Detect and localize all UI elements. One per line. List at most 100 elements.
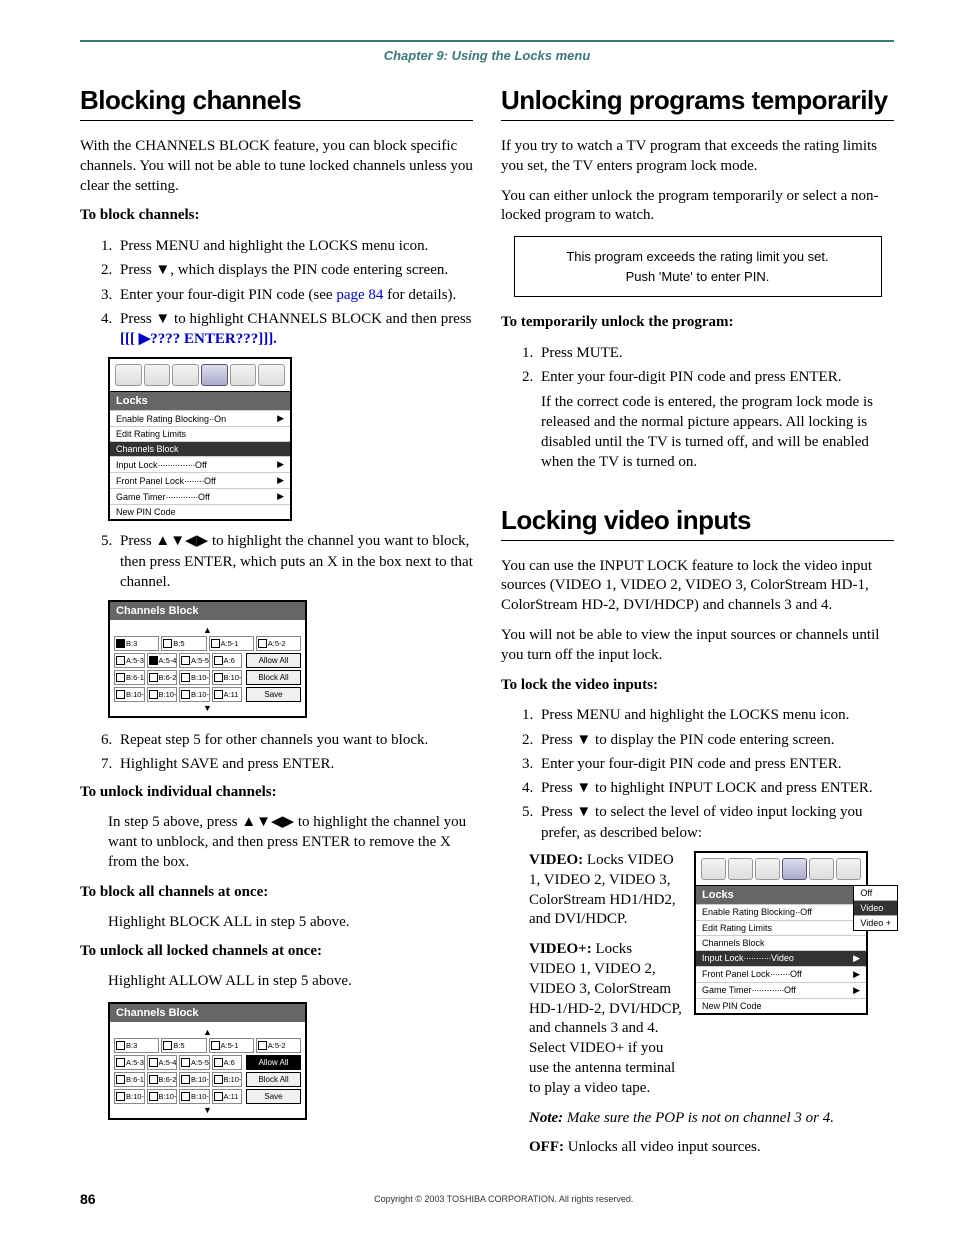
paragraph: You can either unlock the program tempor… (501, 187, 894, 227)
channel-cell: A:5-1 (209, 1038, 254, 1053)
video-desc: VIDEO: Locks VIDEO 1, VIDEO 2, VIDEO 3, … (501, 851, 682, 930)
channel-cell: B:10-1 (179, 1072, 210, 1087)
menu-row: Input Lock···········Video▶ (696, 950, 866, 966)
menu-row: Channels Block (696, 935, 866, 950)
channel-cell: A:11 (212, 1089, 243, 1104)
channel-cell: A:11 (212, 687, 243, 702)
step: Press ▼ to highlight CHANNELS BLOCK and … (116, 309, 473, 350)
menu-row: Enable Rating Blocking··On▶ (110, 410, 290, 426)
step: Press MUTE. (537, 343, 894, 363)
heading-unlocking-programs: Unlocking programs temporarily (501, 85, 894, 116)
cb-row: B:3B:5A:5-1A:5-2 (114, 636, 301, 651)
down-arrow-icon: ▼ (576, 803, 591, 820)
intro-text: With the CHANNELS BLOCK feature, you can… (80, 137, 473, 196)
channel-cell: B:10-4 (147, 687, 178, 702)
down-arrow-icon: ▼ (576, 779, 591, 796)
off-desc: OFF: Unlocks all video input sources. (501, 1138, 894, 1158)
step: Press MENU and highlight the LOCKS menu … (537, 705, 894, 725)
cb-row: B:10-3B:10-4B:10-5A:11Save (114, 1089, 301, 1104)
copyright: Copyright © 2003 TOSHIBA CORPORATION. Al… (114, 1191, 894, 1207)
locks-menu-figure-2: Locks Enable Rating Blocking··Off▶Edit R… (694, 851, 868, 1015)
channel-cell: B:6-1 (114, 670, 145, 685)
channel-cell: B:6-2 (147, 670, 178, 685)
subhead-temp-unlock: To temporarily unlock the program: (501, 313, 894, 333)
unlock-all-text: Highlight ALLOW ALL in step 5 above. (80, 972, 473, 992)
unlock-individual-text: In step 5 above, press ▲▼◀▶ to highlight… (80, 812, 473, 872)
menu-row: New PIN Code (110, 504, 290, 519)
menu-row: Edit Rating Limits (696, 920, 866, 935)
cb-button: Block All (246, 1072, 301, 1087)
menu-row: Game Timer·············Off▶ (696, 982, 866, 998)
subhead-block-all: To block all channels at once: (80, 883, 473, 903)
cb-row: B:3B:5A:5-1A:5-2 (114, 1038, 301, 1053)
cb-button: Save (246, 1089, 301, 1104)
menu-row: Front Panel Lock········Off▶ (110, 472, 290, 488)
locks-menu-figure: Locks Enable Rating Blocking··On▶Edit Ra… (108, 357, 292, 521)
channel-cell: A:5-2 (256, 636, 301, 651)
cb-row: A:5-3A:5-4A:5-5A:6Allow All (114, 1055, 301, 1070)
menu-row: New PIN Code (696, 998, 866, 1013)
down-arrow-icon: ▼ (114, 704, 301, 712)
step: Enter your four-digit PIN code and press… (537, 754, 894, 774)
subhead-to-block: To block channels: (80, 206, 473, 226)
cb-title: Channels Block (110, 1004, 305, 1022)
cb-row: B:6-1B:6-2B:10-1B:10-2Block All (114, 1072, 301, 1087)
menu-tab-icon (172, 364, 199, 386)
step: Press ▼ to select the level of video inp… (537, 802, 894, 843)
arrow-keys-icon: ▲▼◀▶ (155, 532, 208, 549)
arrow-keys-icon: ▲▼◀▶ (241, 813, 294, 830)
popup-option: Video + (854, 916, 897, 930)
menu-tab-icon (144, 364, 171, 386)
heading-blocking-channels: Blocking channels (80, 85, 473, 116)
menu-row: Edit Rating Limits (110, 426, 290, 441)
channel-cell: B:3 (114, 1038, 159, 1053)
down-arrow-icon: ▼ (114, 1106, 301, 1114)
cb-title: Channels Block (110, 602, 305, 620)
cb-button: Allow All (246, 1055, 301, 1070)
block-steps-cont2: Repeat step 5 for other channels you wan… (80, 730, 473, 775)
cb-button: Allow All (246, 653, 301, 668)
channel-cell: A:5-2 (256, 1038, 301, 1053)
menu-row: Game Timer·············Off▶ (110, 488, 290, 504)
subhead-lock-inputs: To lock the video inputs: (501, 676, 894, 696)
left-column: Blocking channels With the CHANNELS BLOC… (80, 85, 473, 1168)
temp-unlock-steps: Press MUTE. Enter your four-digit PIN co… (501, 343, 894, 473)
down-arrow-icon: ▼ (576, 731, 591, 748)
menu-title: Locks (696, 886, 866, 904)
step: Press ▲▼◀▶ to highlight the channel you … (116, 531, 473, 592)
cb-row: A:5-3A:5-4A:5-5A:6Allow All (114, 653, 301, 668)
channel-cell: B:10-3 (114, 687, 145, 702)
menu-tab-icon (701, 858, 726, 880)
videoplus-desc: VIDEO+: Locks VIDEO 1, VIDEO 2, VIDEO 3,… (501, 940, 682, 1098)
rule (501, 540, 894, 541)
down-arrow-icon: ▼ (155, 310, 170, 327)
channel-cell: B:6-1 (114, 1072, 145, 1087)
channel-cell: B:10-1 (179, 670, 210, 685)
rule (80, 120, 473, 121)
step: Enter your four-digit PIN code (see page… (116, 285, 473, 305)
popup-option: Off (854, 886, 897, 901)
up-arrow-icon: ▲ (114, 626, 301, 634)
menu-row: Enable Rating Blocking··Off▶ (696, 904, 866, 920)
step-detail: If the correct code is entered, the prog… (541, 393, 894, 472)
cb-button: Block All (246, 670, 301, 685)
step: Enter your four-digit PIN code and press… (537, 367, 894, 472)
menu-tab-icon (258, 364, 285, 386)
rating-limit-message: This program exceeds the rating limit yo… (514, 236, 882, 297)
enter-emphasis: [[[ ▶???? ENTER???]]]. (120, 331, 277, 347)
rule (501, 120, 894, 121)
menu-tab-icon (809, 858, 834, 880)
page-link[interactable]: page 84 (336, 287, 383, 303)
step: Highlight SAVE and press ENTER. (116, 754, 473, 774)
channel-cell: A:5-4 (147, 653, 178, 668)
heading-locking-inputs: Locking video inputs (501, 505, 894, 536)
menu-tab-icon (115, 364, 142, 386)
channel-cell: B:10-2 (212, 1072, 243, 1087)
chapter-title: Chapter 9: Using the Locks menu (80, 48, 894, 63)
step: Repeat step 5 for other channels you wan… (116, 730, 473, 750)
menu-tab-icon (836, 858, 861, 880)
channel-cell: B:10-5 (179, 687, 210, 702)
menu-tab-icon (728, 858, 753, 880)
channels-block-figure: Channels Block ▲ B:3B:5A:5-1A:5-2 A:5-3A:… (108, 600, 307, 718)
step: Press ▼ to display the PIN code entering… (537, 730, 894, 750)
